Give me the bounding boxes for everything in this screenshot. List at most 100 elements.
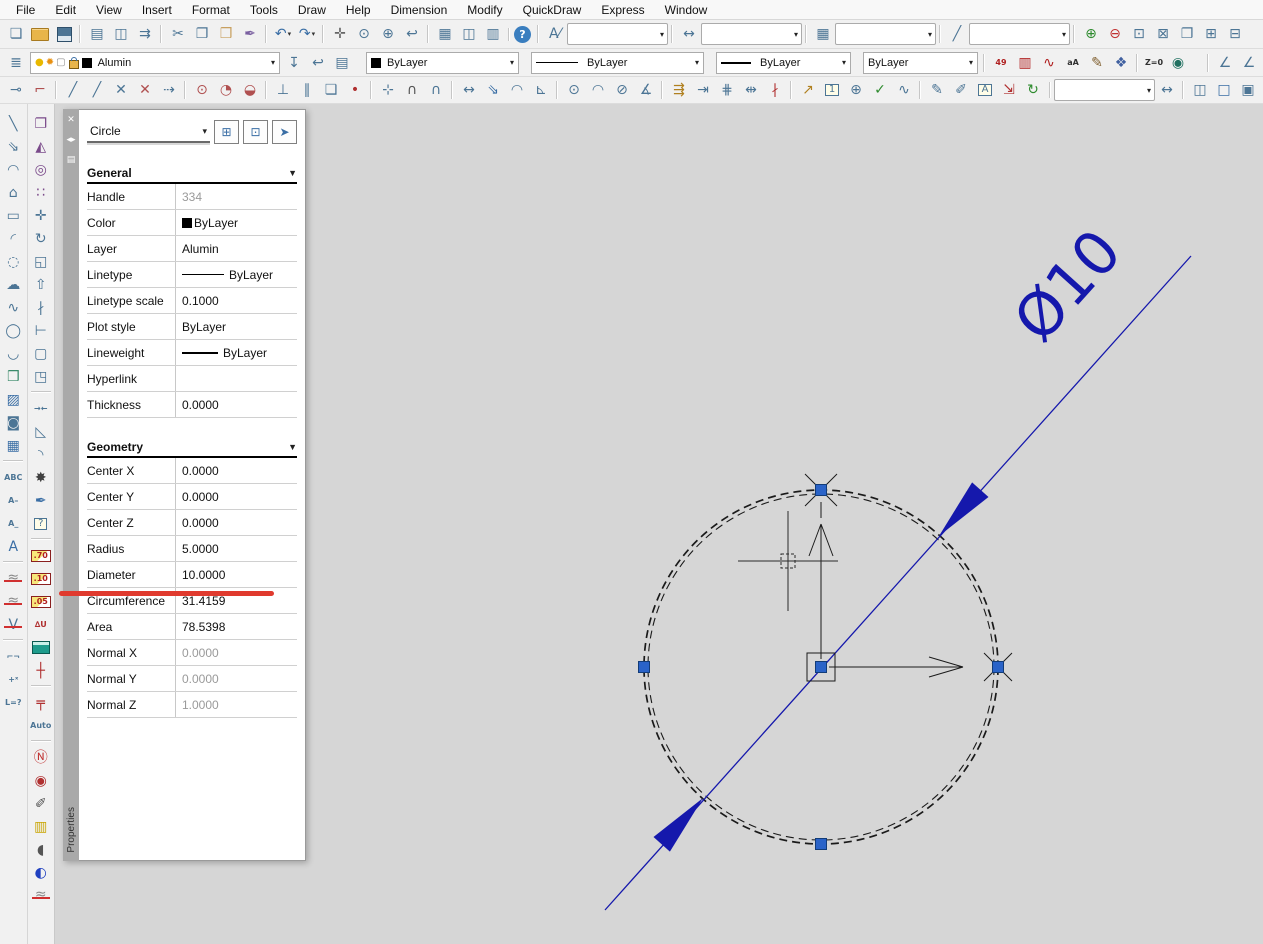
fillet[interactable]: ◝ bbox=[29, 443, 53, 466]
revision-cloud[interactable]: ☁ bbox=[1, 273, 25, 296]
named-views[interactable]: ◫ bbox=[1182, 79, 1212, 101]
linetype-dropdown[interactable]: ByLayer ▾ bbox=[531, 51, 704, 74]
dim-linear[interactable]: ↔ bbox=[451, 79, 481, 101]
zoom-all[interactable]: ⊟ bbox=[1223, 23, 1247, 45]
length-query[interactable]: L=? bbox=[1, 691, 25, 714]
tolerance[interactable]: 1 bbox=[820, 79, 844, 101]
menu-tools[interactable]: Tools bbox=[240, 1, 288, 19]
snap-from[interactable]: ⊸ bbox=[4, 79, 28, 101]
snap-node[interactable]: • bbox=[343, 79, 367, 101]
properties-palette[interactable]: ▦ bbox=[427, 23, 457, 45]
snap-intersection[interactable]: ✕ bbox=[109, 79, 133, 101]
dim-edit[interactable]: ✎ bbox=[919, 79, 949, 101]
layer-dropdown[interactable]: ● ✹ ▢ Alumin ▾ bbox=[30, 51, 280, 74]
table-style-icon[interactable]: ▦ bbox=[805, 23, 835, 45]
arc-3point[interactable]: ◠ bbox=[1, 158, 25, 181]
snap-apparent-intersection[interactable]: ✕ bbox=[133, 79, 157, 101]
geometry-section-header[interactable]: Geometry ▼ bbox=[87, 440, 297, 458]
menu-draw[interactable]: Draw bbox=[288, 1, 336, 19]
single-line-text[interactable]: A– bbox=[1, 489, 25, 512]
dim-inspect[interactable]: ✓ bbox=[868, 79, 892, 101]
help-docs[interactable]: ? bbox=[29, 512, 53, 535]
menu-insert[interactable]: Insert bbox=[132, 1, 182, 19]
zoom-window-rt[interactable]: ⊕ bbox=[376, 23, 400, 45]
menu-window[interactable]: Window bbox=[655, 1, 718, 19]
general-section-header[interactable]: General ▼ bbox=[87, 166, 297, 184]
yellow-grate[interactable]: ▥ bbox=[29, 815, 53, 838]
paste[interactable]: ❒ bbox=[214, 23, 238, 45]
point-marker[interactable]: ◉ bbox=[29, 769, 53, 792]
dim-aligned[interactable]: ⇘ bbox=[481, 79, 505, 101]
menu-help[interactable]: Help bbox=[336, 1, 381, 19]
dim-spacing[interactable]: ⇹ bbox=[739, 79, 763, 101]
osnap-settings[interactable]: ∩ bbox=[424, 79, 448, 101]
tool-palettes[interactable]: ▥ bbox=[481, 23, 505, 45]
auto-tool[interactable]: Auto bbox=[29, 714, 53, 737]
dim-jogged[interactable]: ◠ bbox=[586, 79, 610, 101]
express-curve[interactable]: ∿ bbox=[1037, 52, 1061, 74]
array[interactable]: ∷ bbox=[29, 181, 53, 204]
join[interactable]: →← bbox=[29, 391, 53, 420]
lineweight-dropdown[interactable]: ByLayer ▾ bbox=[716, 51, 851, 74]
property-value-field[interactable]: 0.0000 bbox=[176, 516, 297, 530]
layer-freeze-icon[interactable]: ✹ bbox=[46, 57, 54, 68]
format-painter[interactable]: ✒ bbox=[238, 23, 262, 45]
dim-oblique[interactable]: ⇲ bbox=[997, 79, 1021, 101]
offset[interactable]: ◎ bbox=[29, 158, 53, 181]
express-palette[interactable]: ❖ bbox=[1109, 52, 1133, 74]
mleader-style-dropdown[interactable]: ▾ bbox=[969, 23, 1070, 45]
dim-express-49[interactable]: 49 bbox=[983, 52, 1013, 74]
object-type-dropdown[interactable]: Circle ▾ bbox=[87, 121, 210, 143]
line-tool[interactable]: ╱ bbox=[55, 79, 85, 101]
viewport-object[interactable]: ▣ bbox=[1236, 79, 1260, 101]
hatch-red[interactable]: ≋ bbox=[29, 884, 53, 907]
color-dropdown[interactable]: ByLayer ▾ bbox=[366, 51, 519, 74]
rotate[interactable]: ↻ bbox=[29, 227, 53, 250]
property-value-field[interactable]: ByLayer bbox=[176, 346, 297, 360]
property-value-field[interactable]: 5.0000 bbox=[176, 542, 297, 556]
mleader-style-icon[interactable]: ╱ bbox=[939, 23, 969, 45]
arc-start-center[interactable]: ◜ bbox=[1, 227, 25, 250]
move[interactable]: ✛ bbox=[29, 204, 53, 227]
dimstyle-dropdown[interactable]: ▾ bbox=[1049, 79, 1155, 101]
breakline[interactable]: ╤ bbox=[29, 685, 53, 714]
dimension-text[interactable]: Ø10 bbox=[1001, 217, 1136, 356]
v-strike-tool[interactable]: V bbox=[1, 613, 25, 636]
zoom-extents[interactable]: ⊠ bbox=[1151, 23, 1175, 45]
grip-top-quadrant[interactable] bbox=[815, 484, 827, 496]
open-folder[interactable] bbox=[28, 23, 52, 45]
property-value-field[interactable]: ByLayer bbox=[176, 268, 297, 282]
trim[interactable]: ∤ bbox=[29, 296, 53, 319]
dim-style-icon[interactable]: ↔ bbox=[671, 23, 701, 45]
ellipse[interactable]: ◯ bbox=[1, 319, 25, 342]
property-value-field[interactable]: Alumin bbox=[176, 242, 297, 256]
property-value-field[interactable]: 0.1000 bbox=[176, 294, 297, 308]
hatch[interactable]: ▨ bbox=[1, 388, 25, 411]
menu-modify[interactable]: Modify bbox=[457, 1, 512, 19]
property-value-field[interactable]: ByLayer bbox=[176, 320, 297, 334]
break-box[interactable]: ▢ bbox=[29, 342, 53, 365]
table-style-dropdown[interactable]: ▾ bbox=[835, 23, 936, 45]
dim-ordinate[interactable]: ⊾ bbox=[529, 79, 553, 101]
layer-lock-icon[interactable] bbox=[68, 56, 79, 69]
dim-update[interactable]: ↻ bbox=[1021, 79, 1045, 101]
zoom-out[interactable]: ⊖ bbox=[1103, 23, 1127, 45]
line[interactable]: ╲ bbox=[1, 112, 25, 135]
north-symbol[interactable]: Ⓝ bbox=[29, 740, 53, 769]
snap-none[interactable]: ∩ bbox=[400, 79, 424, 101]
rectangle[interactable]: ▭ bbox=[1, 204, 25, 227]
multiline-text[interactable]: A_ bbox=[1, 512, 25, 535]
grip-bottom-quadrant[interactable] bbox=[815, 838, 827, 850]
break-at-point[interactable]: ◳ bbox=[29, 365, 53, 388]
menu-quickdraw[interactable]: QuickDraw bbox=[513, 1, 592, 19]
property-value-field[interactable]: 0.0000 bbox=[176, 646, 297, 660]
menu-express[interactable]: Express bbox=[591, 1, 654, 19]
layer-states[interactable]: ▤ bbox=[330, 52, 354, 74]
print-preview[interactable]: ◫ bbox=[109, 23, 133, 45]
dim-angular[interactable]: ∡ bbox=[634, 79, 658, 101]
donut[interactable]: ◙ bbox=[1, 411, 25, 434]
help[interactable]: ? bbox=[508, 25, 531, 43]
quick-select[interactable]: ➤ bbox=[272, 120, 297, 144]
property-value-field[interactable]: 334 bbox=[176, 190, 297, 204]
express-edit[interactable]: ✎ bbox=[1085, 52, 1109, 74]
